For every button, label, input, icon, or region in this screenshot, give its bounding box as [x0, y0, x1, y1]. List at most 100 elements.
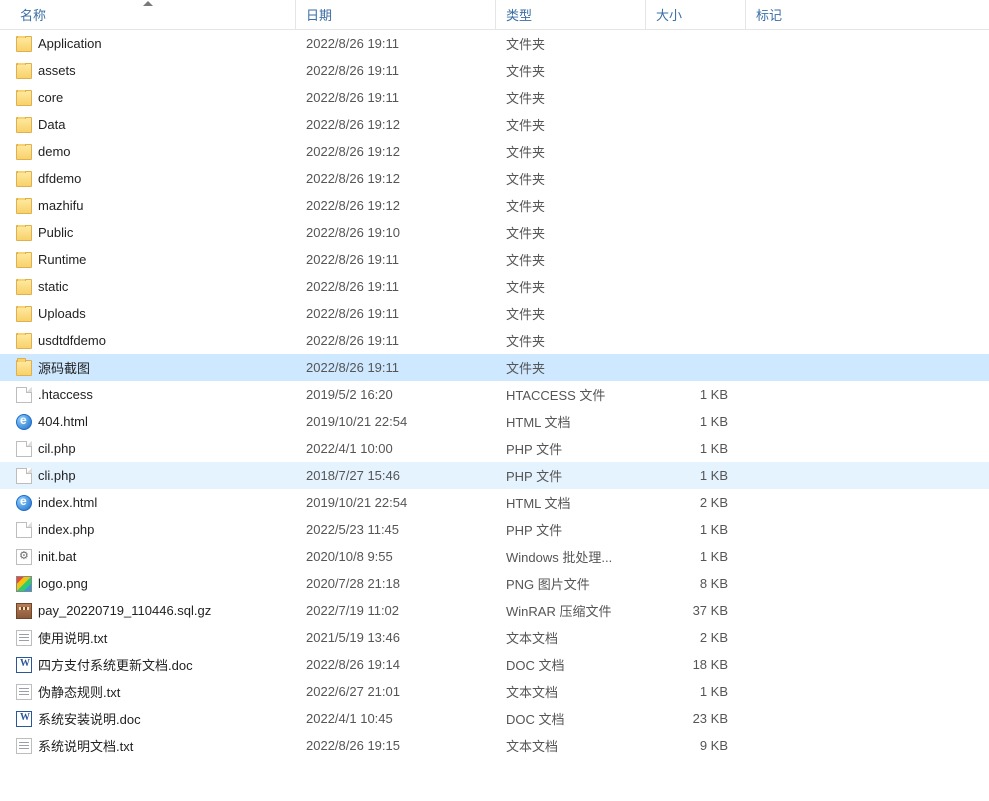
file-row[interactable]: index.html2019/10/21 22:54HTML 文档2 KB [0, 489, 989, 516]
file-date-cell: 2022/8/26 19:11 [296, 90, 496, 105]
file-date-cell: 2019/5/2 16:20 [296, 387, 496, 402]
file-row[interactable]: 404.html2019/10/21 22:54HTML 文档1 KB [0, 408, 989, 435]
column-header-date-label: 日期 [306, 5, 332, 24]
file-size-cell: 1 KB [646, 522, 746, 537]
file-type-cell: 文本文档 [496, 628, 646, 647]
file-size-cell: 1 KB [646, 684, 746, 699]
file-name-cell: logo.png [16, 576, 296, 592]
file-row[interactable]: dfdemo2022/8/26 19:12文件夹 [0, 165, 989, 192]
html-file-icon [16, 414, 32, 430]
file-row[interactable]: init.bat2020/10/8 9:55Windows 批处理...1 KB [0, 543, 989, 570]
file-name-label: Data [38, 117, 65, 132]
file-row[interactable]: 伪静态规则.txt2022/6/27 21:01文本文档1 KB [0, 678, 989, 705]
file-name-label: 404.html [38, 414, 88, 429]
file-date-cell: 2022/5/23 11:45 [296, 522, 496, 537]
file-name-label: usdtdfdemo [38, 333, 106, 348]
file-name-label: 系统安装说明.doc [38, 709, 141, 728]
file-name-cell: mazhifu [16, 198, 296, 214]
file-row[interactable]: 源码截图2022/8/26 19:11文件夹 [0, 354, 989, 381]
file-row[interactable]: pay_20220719_110446.sql.gz2022/7/19 11:0… [0, 597, 989, 624]
file-name-label: dfdemo [38, 171, 81, 186]
file-row[interactable]: demo2022/8/26 19:12文件夹 [0, 138, 989, 165]
file-name-cell: cli.php [16, 468, 296, 484]
file-name-label: cil.php [38, 441, 76, 456]
file-size-cell: 2 KB [646, 630, 746, 645]
file-row[interactable]: mazhifu2022/8/26 19:12文件夹 [0, 192, 989, 219]
folder-icon [16, 63, 32, 79]
file-row[interactable]: usdtdfdemo2022/8/26 19:11文件夹 [0, 327, 989, 354]
file-date-cell: 2021/5/19 13:46 [296, 630, 496, 645]
column-header-type[interactable]: 类型 [496, 0, 646, 29]
text-file-icon [16, 684, 32, 700]
file-date-cell: 2022/8/26 19:11 [296, 63, 496, 78]
file-type-cell: 文件夹 [496, 223, 646, 242]
column-header-type-label: 类型 [506, 5, 532, 24]
column-header-name[interactable]: 名称 [0, 0, 296, 29]
file-type-cell: DOC 文档 [496, 655, 646, 674]
folder-icon [16, 333, 32, 349]
file-row[interactable]: assets2022/8/26 19:11文件夹 [0, 57, 989, 84]
file-type-cell: 文件夹 [496, 331, 646, 350]
file-name-cell: core [16, 90, 296, 106]
file-name-cell: assets [16, 63, 296, 79]
file-name-cell: Uploads [16, 306, 296, 322]
column-header-date[interactable]: 日期 [296, 0, 496, 29]
file-name-cell: index.php [16, 522, 296, 538]
file-type-cell: PNG 图片文件 [496, 574, 646, 593]
file-row[interactable]: Runtime2022/8/26 19:11文件夹 [0, 246, 989, 273]
file-name-cell: Runtime [16, 252, 296, 268]
file-type-cell: 文件夹 [496, 304, 646, 323]
file-row[interactable]: index.php2022/5/23 11:45PHP 文件1 KB [0, 516, 989, 543]
file-row[interactable]: cil.php2022/4/1 10:00PHP 文件1 KB [0, 435, 989, 462]
file-row[interactable]: 使用说明.txt2021/5/19 13:46文本文档2 KB [0, 624, 989, 651]
file-name-label: cli.php [38, 468, 76, 483]
file-row[interactable]: Public2022/8/26 19:10文件夹 [0, 219, 989, 246]
folder-icon [16, 198, 32, 214]
file-row[interactable]: logo.png2020/7/28 21:18PNG 图片文件8 KB [0, 570, 989, 597]
file-row[interactable]: Uploads 2022/8/26 19:11文件夹 [0, 300, 989, 327]
text-file-icon [16, 738, 32, 754]
file-type-cell: 文件夹 [496, 169, 646, 188]
file-size-cell: 37 KB [646, 603, 746, 618]
file-row[interactable]: cli.php2018/7/27 15:46PHP 文件1 KB [0, 462, 989, 489]
file-name-cell: dfdemo [16, 171, 296, 187]
file-date-cell: 2022/8/26 19:11 [296, 306, 496, 321]
file-row[interactable]: core2022/8/26 19:11文件夹 [0, 84, 989, 111]
file-name-cell: Public [16, 225, 296, 241]
file-name-cell: 系统安装说明.doc [16, 709, 296, 728]
folder-icon [16, 360, 32, 376]
file-row[interactable]: 系统安装说明.doc2022/4/1 10:45DOC 文档23 KB [0, 705, 989, 732]
file-type-cell: 文件夹 [496, 358, 646, 377]
column-header-tag[interactable]: 标记 [746, 0, 989, 29]
file-date-cell: 2022/8/26 19:12 [296, 198, 496, 213]
folder-icon [16, 225, 32, 241]
folder-icon [16, 144, 32, 160]
file-type-cell: HTML 文档 [496, 412, 646, 431]
folder-icon [16, 171, 32, 187]
file-name-label: Uploads [38, 306, 86, 321]
file-date-cell: 2020/7/28 21:18 [296, 576, 496, 591]
file-name-cell: init.bat [16, 549, 296, 565]
file-name-cell: pay_20220719_110446.sql.gz [16, 603, 296, 619]
file-type-cell: DOC 文档 [496, 709, 646, 728]
file-row[interactable]: static2022/8/26 19:11文件夹 [0, 273, 989, 300]
file-size-cell: 23 KB [646, 711, 746, 726]
column-header-tag-label: 标记 [756, 5, 782, 24]
file-type-cell: HTACCESS 文件 [496, 385, 646, 404]
column-header-size[interactable]: 大小 [646, 0, 746, 29]
file-row[interactable]: .htaccess2019/5/2 16:20HTACCESS 文件1 KB [0, 381, 989, 408]
file-icon [16, 522, 32, 538]
folder-icon [16, 306, 32, 322]
folder-icon [16, 252, 32, 268]
file-row[interactable]: 四方支付系统更新文档.doc2022/8/26 19:14DOC 文档18 KB [0, 651, 989, 678]
file-name-label: index.php [38, 522, 94, 537]
file-name-label: .htaccess [38, 387, 93, 402]
file-row[interactable]: Application2022/8/26 19:11文件夹 [0, 30, 989, 57]
file-icon [16, 387, 32, 403]
file-row[interactable]: 系统说明文档.txt2022/8/26 19:15文本文档9 KB [0, 732, 989, 759]
column-header-name-label: 名称 [20, 5, 46, 24]
file-row[interactable]: Data2022/8/26 19:12文件夹 [0, 111, 989, 138]
file-name-label: 四方支付系统更新文档.doc [38, 655, 193, 674]
file-name-cell: .htaccess [16, 387, 296, 403]
file-name-label: Application [38, 36, 102, 51]
